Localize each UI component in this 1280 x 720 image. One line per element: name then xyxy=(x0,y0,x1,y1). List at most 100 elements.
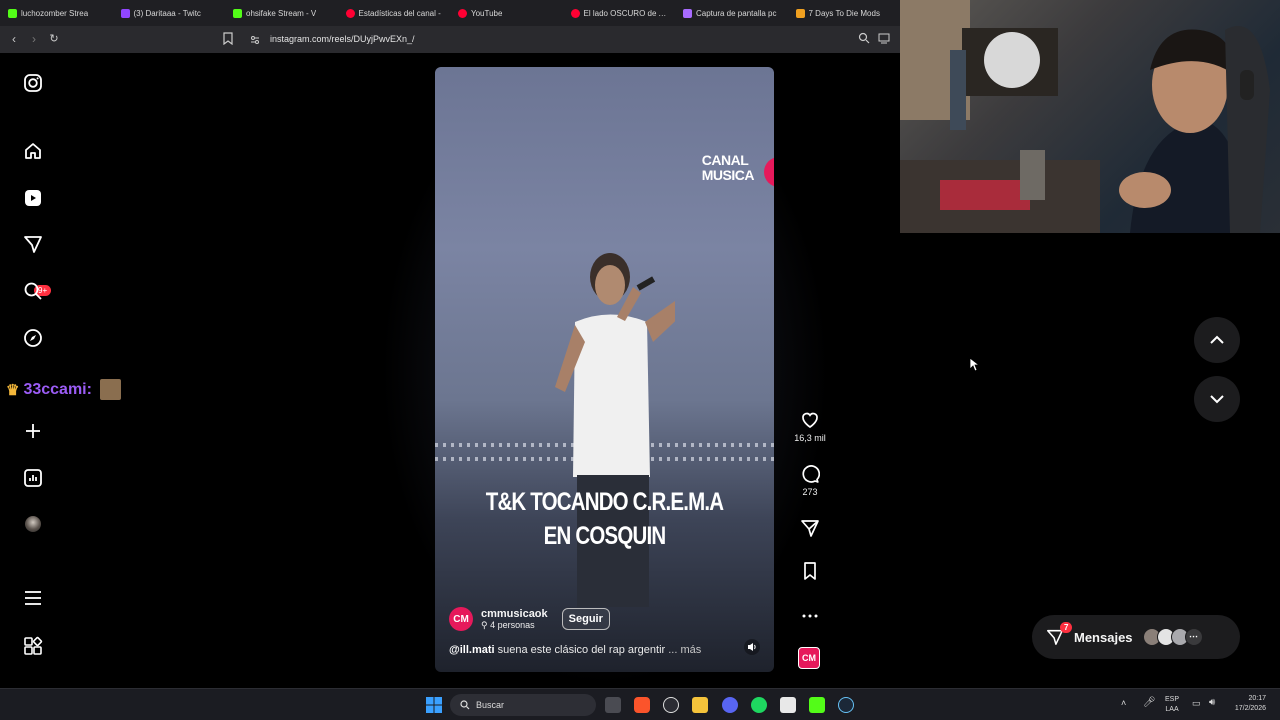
capcut-icon[interactable] xyxy=(780,697,796,713)
chevron-down-icon xyxy=(1210,395,1224,404)
language-indicator[interactable]: ESP LAA xyxy=(1165,695,1179,715)
steam-icon[interactable] xyxy=(838,697,854,713)
volume-icon[interactable] xyxy=(744,639,760,655)
bookmark-folder-icon xyxy=(795,8,805,18)
dashboard-icon[interactable] xyxy=(22,467,44,489)
follow-button[interactable]: Seguir xyxy=(561,608,610,630)
like-button[interactable]: 16,3 mil xyxy=(790,410,830,443)
reel-video[interactable]: CANAL MUSICA T&K TOCANDO C.R.E.M.A EN CO… xyxy=(435,67,774,672)
more-dots-icon: ⋯ xyxy=(1184,628,1203,646)
spotify-icon[interactable] xyxy=(751,697,767,713)
webcam-overlay xyxy=(900,0,1280,233)
kick-icon xyxy=(233,8,242,18)
author-username[interactable]: cmmusicaok xyxy=(481,608,548,620)
discord-icon[interactable] xyxy=(722,697,738,713)
chevron-up-icon xyxy=(1210,335,1224,344)
windows-start-icon[interactable] xyxy=(426,697,442,713)
chat-username: 33ccami: xyxy=(23,380,92,398)
heart-icon xyxy=(802,412,818,429)
youtube-studio-icon xyxy=(345,8,355,18)
zoom-icon[interactable] xyxy=(858,32,870,44)
browser-tab[interactable]: 7 Days To Die Mods xyxy=(788,0,901,26)
address-bar: ‹ › ↻ instagram.com/reels/DUyjPwvEXn_/ xyxy=(0,26,900,53)
twitch-icon xyxy=(120,8,130,18)
browser-tab[interactable]: El lado OSCURO de AF xyxy=(563,0,676,26)
profile-avatar[interactable] xyxy=(22,513,44,535)
channel-watermark: CANAL MUSICA xyxy=(701,152,755,183)
pen-icon xyxy=(683,8,692,18)
file-explorer-icon[interactable] xyxy=(692,697,708,713)
search-icon xyxy=(460,700,470,710)
comment-button[interactable]: 273 xyxy=(790,464,830,497)
reel-description: @ill.mati suena este clásico del rap arg… xyxy=(449,644,702,656)
url-field[interactable]: instagram.com/reels/DUyjPwvEXn_/ xyxy=(270,34,415,44)
video-caption: T&K TOCANDO C.R.E.M.A EN COSQUIN xyxy=(485,488,724,550)
crown-icon: ♛ xyxy=(6,381,20,399)
messages-button[interactable]: 7 Mensajes ⋯ xyxy=(1032,615,1240,659)
share-icon xyxy=(801,520,819,537)
more-options-button[interactable] xyxy=(790,606,830,629)
messages-label: Mensajes xyxy=(1074,629,1133,645)
forward-button[interactable]: › xyxy=(24,32,44,46)
audio-avatar[interactable]: CM xyxy=(798,647,820,669)
back-button[interactable]: ‹ xyxy=(4,32,24,46)
comment-count: 273 xyxy=(802,487,818,497)
kick-icon xyxy=(8,8,17,18)
save-button[interactable] xyxy=(790,561,830,584)
more-dots-icon xyxy=(802,614,818,618)
people-icon: ⚲ xyxy=(481,619,488,630)
create-icon[interactable] xyxy=(22,420,44,442)
cast-icon[interactable] xyxy=(878,32,890,44)
brave-browser-icon[interactable] xyxy=(634,697,650,713)
direct-messages-icon[interactable] xyxy=(22,233,44,255)
task-view-icon[interactable] xyxy=(605,697,621,713)
browser-tab[interactable]: luchozomber Strea xyxy=(0,0,113,26)
instagram-logo-icon[interactable] xyxy=(22,72,44,94)
collab-count: ⚲ 4 personas xyxy=(481,619,535,630)
webcam-scene xyxy=(900,0,1270,233)
more-menu-icon[interactable] xyxy=(22,587,44,609)
performer-figure xyxy=(555,253,675,607)
chevron-up-icon[interactable]: ˄ xyxy=(1121,698,1126,708)
site-info-icon[interactable] xyxy=(250,35,260,45)
clock[interactable]: 20:17 17/2/2026 xyxy=(1235,694,1266,714)
previous-reel-button[interactable] xyxy=(1194,317,1240,363)
instagram-sidebar: 9+ xyxy=(0,53,66,688)
reels-icon[interactable] xyxy=(22,187,44,209)
comment-icon xyxy=(802,465,820,483)
search-icon[interactable] xyxy=(22,280,44,302)
kick-icon[interactable] xyxy=(809,697,825,713)
more-link[interactable]: ... más xyxy=(668,644,701,656)
windows-taskbar: Buscar ˄ 🎤︎ ESP LAA ▭ 🔊︎ 20:17 17/2/2026 xyxy=(0,688,1280,720)
explore-icon[interactable] xyxy=(22,327,44,349)
browser-tab[interactable]: (3) Daritaaa - Twitc xyxy=(113,0,226,26)
taskbar-search[interactable]: Buscar xyxy=(450,694,596,716)
like-count: 16,3 mil xyxy=(794,433,826,443)
microphone-icon[interactable]: 🎤︎ xyxy=(1143,697,1156,708)
home-icon[interactable] xyxy=(22,140,44,162)
message-avatars: ⋯ xyxy=(1142,628,1203,646)
author-avatar[interactable]: CM xyxy=(449,607,473,631)
obs-icon[interactable] xyxy=(663,697,679,713)
chat-overlay: ♛ 33ccami: xyxy=(6,379,121,400)
browser-tab[interactable]: YouTube xyxy=(450,0,563,26)
mentioned-user[interactable]: @ill.mati xyxy=(449,644,495,656)
also-from-meta-icon[interactable] xyxy=(22,635,44,657)
youtube-icon xyxy=(458,8,467,18)
reload-button[interactable]: ↻ xyxy=(44,32,64,45)
browser-tab[interactable]: Estadísticas del canal - xyxy=(338,0,451,26)
network-icon[interactable]: ▭ xyxy=(1192,698,1201,709)
chat-emote xyxy=(99,379,121,400)
mouse-cursor-icon xyxy=(969,357,979,372)
messages-badge: 7 xyxy=(1060,622,1073,633)
save-icon xyxy=(804,562,816,580)
youtube-icon xyxy=(570,8,580,18)
reel-author: CM cmmusicaok ⚲ 4 personas Seguir xyxy=(449,607,610,631)
browser-tab[interactable]: ohsifake Stream - V xyxy=(225,0,338,26)
browser-tab[interactable]: Captura de pantalla pc xyxy=(675,0,788,26)
watermark-dot xyxy=(764,157,774,187)
next-reel-button[interactable] xyxy=(1194,376,1240,422)
share-button[interactable] xyxy=(790,518,830,541)
bookmark-icon[interactable] xyxy=(223,32,233,45)
speaker-icon[interactable]: 🔊︎ xyxy=(1209,697,1215,708)
